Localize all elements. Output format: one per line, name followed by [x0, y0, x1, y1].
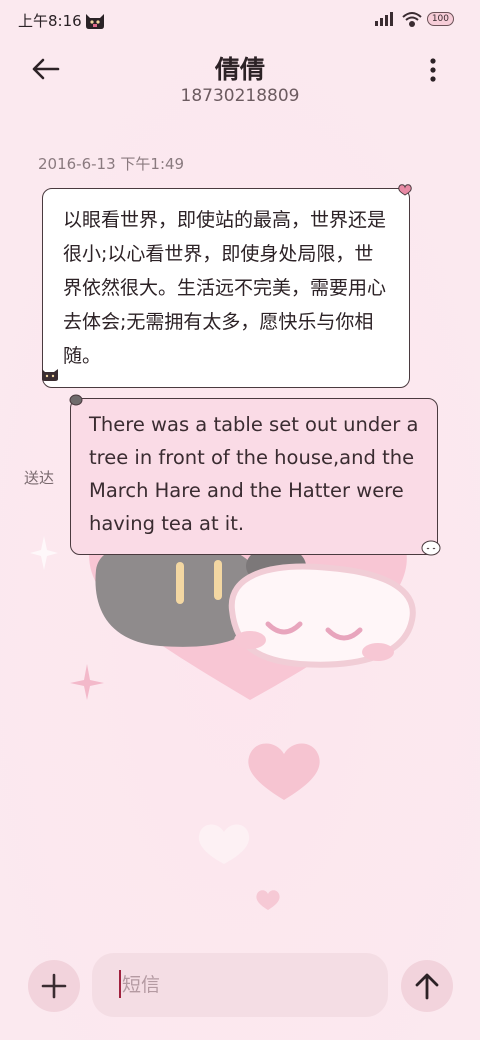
send-button[interactable]: [401, 960, 453, 1012]
status-time: 上午8:16: [18, 12, 82, 30]
bean-decoration-icon: [69, 394, 83, 406]
white-bean-decoration-icon: [421, 540, 441, 556]
message-timestamp: 2016-6-13 下午1:49: [38, 155, 185, 173]
message-input[interactable]: [120, 973, 364, 997]
arrow-up-icon: [415, 973, 439, 1000]
wifi-icon: [402, 12, 422, 27]
signal-icon: [374, 12, 393, 26]
status-right-group: 100: [374, 10, 454, 28]
contact-phone-number: 18730218809: [180, 86, 300, 106]
plus-icon: [41, 973, 67, 999]
message-input-container: [92, 953, 388, 1017]
text-cursor: [119, 970, 121, 998]
outgoing-message-bubble[interactable]: There was a table set out under a tree i…: [70, 398, 438, 555]
outgoing-message-text: There was a table set out under a tree i…: [89, 413, 419, 535]
contact-name: 倩倩: [214, 55, 265, 84]
heart-decoration-icon: [398, 184, 412, 196]
incoming-message-bubble[interactable]: 以眼看世界，即使站的最高，世界还是很小;以心看世界，即使身处局限，世界依然很大。…: [42, 188, 410, 388]
cat-icon: [86, 14, 104, 29]
incoming-message-text: 以眼看世界，即使站的最高，世界还是很小;以心看世界，即使身处局限，世界依然很大。…: [63, 209, 387, 367]
cat-decoration-icon: [42, 369, 58, 381]
battery-icon: 100: [426, 12, 454, 26]
add-attachment-button[interactable]: [28, 960, 80, 1012]
delivery-status: 送达: [24, 469, 55, 487]
more-vertical-icon[interactable]: [418, 56, 448, 86]
